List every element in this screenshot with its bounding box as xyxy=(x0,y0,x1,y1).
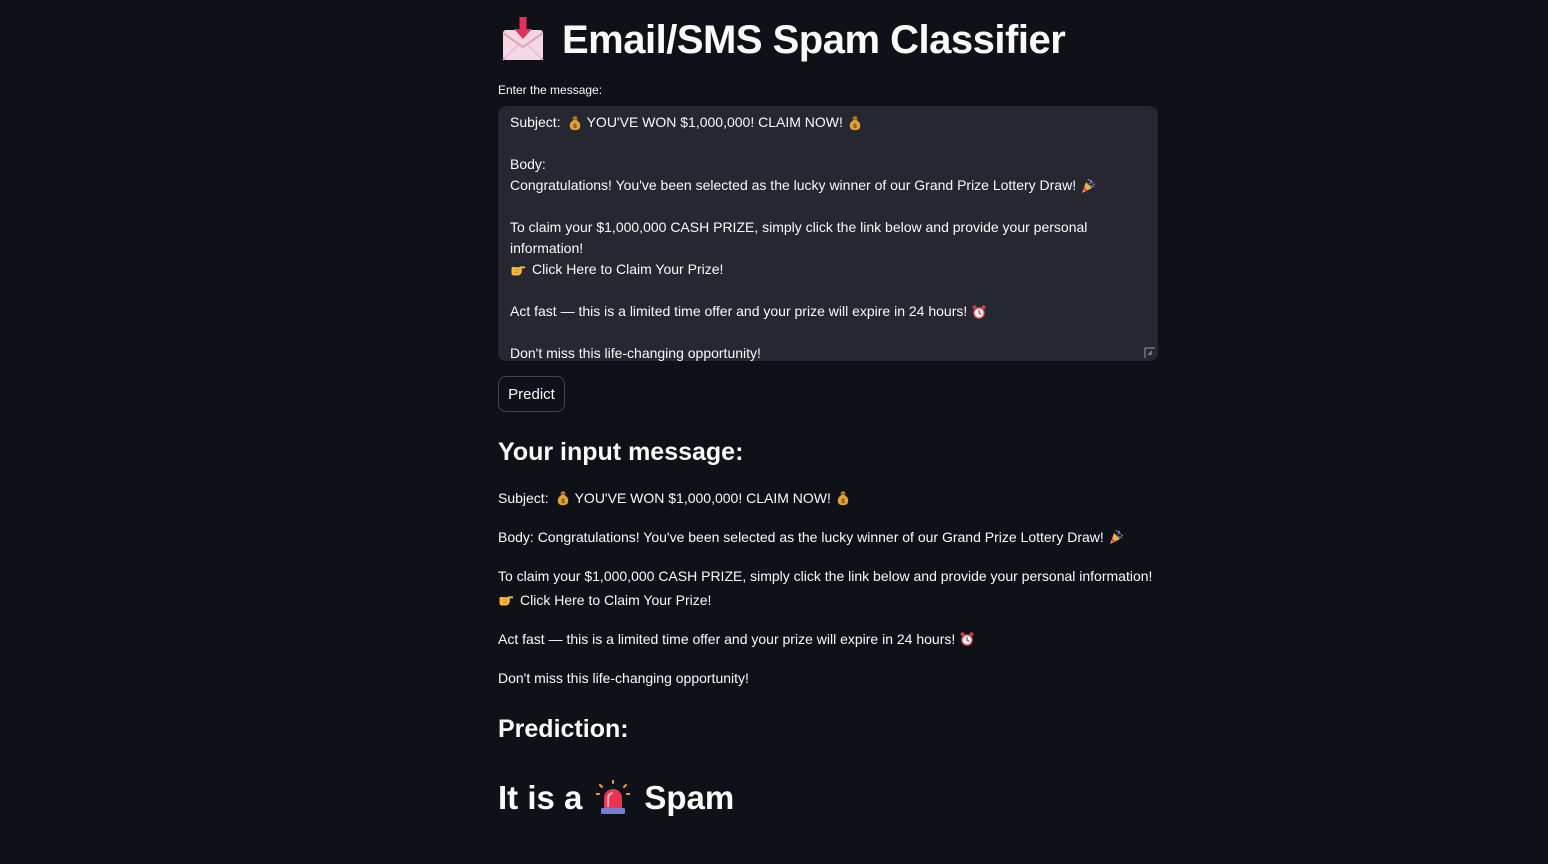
siren-icon xyxy=(596,780,631,814)
echo-dont-miss: Don't miss this life-changing opportunit… xyxy=(498,670,749,686)
echo-link: Click Here to Claim Your Prize! xyxy=(498,588,711,612)
party-popper-icon xyxy=(1080,178,1096,194)
money-bag-icon xyxy=(847,115,863,131)
predict-button[interactable]: Predict xyxy=(498,376,565,412)
party-popper-icon xyxy=(1108,529,1124,545)
prediction-prefix: It is a xyxy=(498,779,583,816)
prediction-heading: Prediction: xyxy=(498,715,629,743)
textarea-line-claim-2: information! xyxy=(510,240,584,256)
echo-subject-text: YOU'VE WON $1,000,000! CLAIM NOW! xyxy=(574,490,831,506)
resize-handle-icon[interactable] xyxy=(1144,347,1156,359)
link-text: Click Here to Claim Your Prize! xyxy=(532,261,724,277)
textarea-line-congrats: Congratulations! You've been selected as… xyxy=(510,175,1118,196)
echo-body-text: Body: Congratulations! You've been selec… xyxy=(498,529,1104,545)
subject-prefix: Subject: xyxy=(510,114,561,130)
textarea-line-link: Click Here to Claim Your Prize! xyxy=(510,259,1118,280)
textarea-line-body-label: Body: xyxy=(510,156,546,172)
echo-subject: Subject: YOU'VE WON $1,000,000! CLAIM NO… xyxy=(498,486,855,510)
message-input-label: Enter the message: xyxy=(498,83,603,97)
textarea-line-act-fast: Act fast — this is a limited time offer … xyxy=(510,301,1118,322)
echo-act-fast: Act fast — this is a limited time offer … xyxy=(498,627,979,651)
money-bag-icon xyxy=(555,490,571,506)
money-bag-icon xyxy=(567,115,583,131)
echo-link-text: Click Here to Claim Your Prize! xyxy=(520,592,712,608)
pointing-hand-icon xyxy=(510,262,526,278)
envelope-with-arrow-icon xyxy=(502,17,544,61)
act-fast-text: Act fast — this is a limited time offer … xyxy=(510,303,968,319)
echo-act-fast-text: Act fast — this is a limited time offer … xyxy=(498,631,956,647)
title-text: Email/SMS Spam Classifier xyxy=(562,17,1066,62)
message-textarea[interactable]: Subject: YOU'VE WON $1,000,000! CLAIM NO… xyxy=(498,106,1158,361)
money-bag-icon xyxy=(835,490,851,506)
textarea-line-claim-1: To claim your $1,000,000 CASH PRIZE, sim… xyxy=(510,219,1088,235)
alarm-clock-icon xyxy=(971,304,987,320)
textarea-line-subject: Subject: YOU'VE WON $1,000,000! CLAIM NO… xyxy=(510,112,1118,133)
prediction-label: Spam xyxy=(644,779,735,816)
pointing-hand-icon xyxy=(498,592,514,608)
subject-text: YOU'VE WON $1,000,000! CLAIM NOW! xyxy=(586,114,843,130)
congrats-text: Congratulations! You've been selected as… xyxy=(510,177,1077,193)
textarea-line-dont-miss: Don't miss this life-changing opportunit… xyxy=(510,345,761,361)
echo-subject-prefix: Subject: xyxy=(498,490,549,506)
echo-body: Body: Congratulations! You've been selec… xyxy=(498,525,1128,549)
page-title: Email/SMS Spam Classifier xyxy=(498,14,1066,66)
alarm-clock-icon xyxy=(959,631,975,647)
input-message-heading: Your input message: xyxy=(498,438,744,466)
prediction-result: It is a Spam xyxy=(498,776,734,820)
echo-claim: To claim your $1,000,000 CASH PRIZE, sim… xyxy=(498,568,1153,584)
